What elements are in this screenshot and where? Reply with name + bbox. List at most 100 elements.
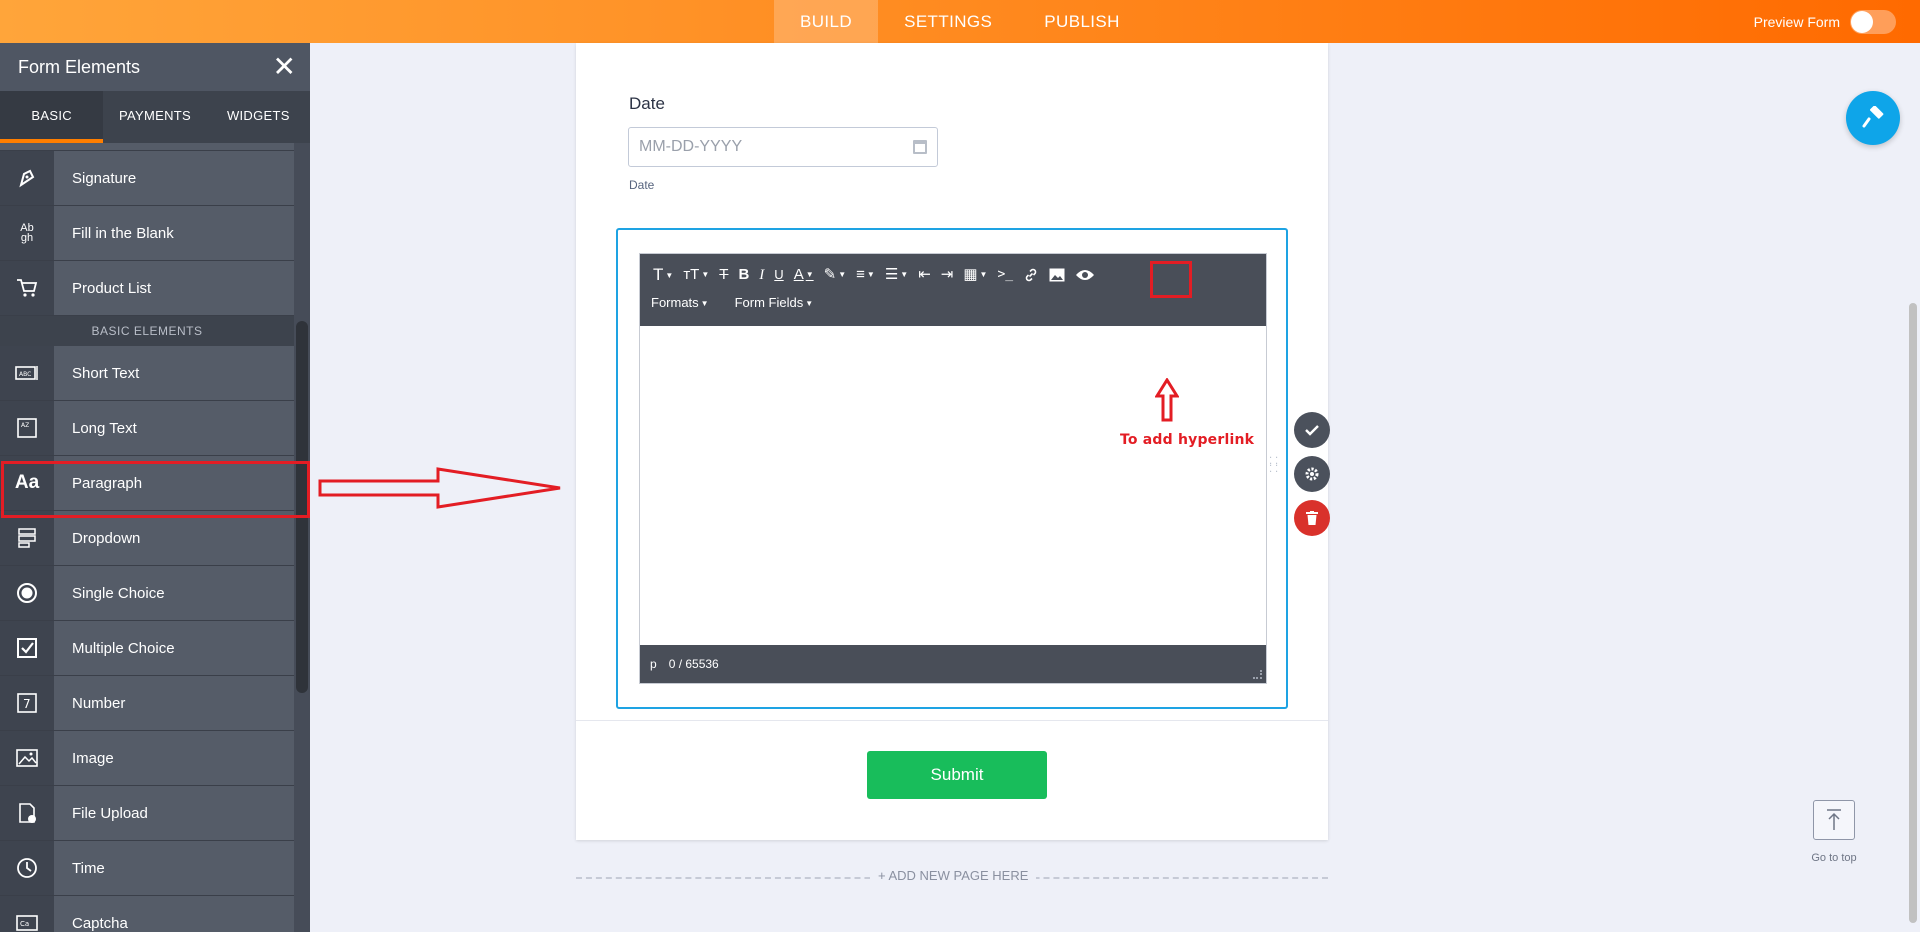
font-family-icon[interactable]: T ▼ <box>648 264 678 286</box>
form-designer-button[interactable] <box>1846 91 1900 145</box>
indent-icon[interactable]: ⇥ <box>936 264 959 286</box>
field-settings-button[interactable] <box>1294 456 1330 492</box>
italic-icon[interactable]: I <box>754 264 769 286</box>
delete-field-button[interactable] <box>1294 500 1330 536</box>
date-label: Date <box>629 94 665 113</box>
gear-icon <box>1305 467 1319 481</box>
char-count: 0 / 65536 <box>668 657 719 671</box>
clear-format-icon[interactable]: T <box>714 264 733 286</box>
tab-settings[interactable]: SETTINGS <box>878 0 1018 43</box>
sidebar-item-multiple-choice[interactable]: Multiple Choice <box>0 621 294 676</box>
form-fields-dropdown[interactable]: Form Fields ▼ <box>730 292 819 314</box>
table-icon[interactable]: ▦ ▼ <box>958 264 992 286</box>
sidebar-item-image[interactable]: Image <box>0 731 294 786</box>
top-nav: BUILD SETTINGS PUBLISH <box>774 0 1146 43</box>
sidebar-item-fill-in-the-blank[interactable]: Ab gh Fill in the Blank <box>0 206 294 261</box>
toolbar-row-1: T ▼ тT ▼ T B I U A ▼ ✎ ▼ ≡ ▼ ☰ ▼ ⇤ ⇥ ▦ ▼ >_ <box>648 264 1100 286</box>
sidebar-item-label: Number <box>54 676 294 730</box>
sidebar-item-label: Multiple Choice <box>54 621 294 675</box>
clock-icon <box>0 841 54 895</box>
formats-dropdown[interactable]: Formats ▼ <box>646 292 714 314</box>
form-card: Date MM-DD-YYYY Date T ▼ тT ▼ T B I U A ▼ ✎… <box>576 43 1330 840</box>
highlight-icon[interactable]: ✎ ▼ <box>819 264 852 286</box>
checkbox-icon <box>0 621 54 675</box>
link-icon[interactable] <box>1018 264 1044 286</box>
tab-build[interactable]: BUILD <box>774 0 879 43</box>
short-text-icon: ABC <box>0 346 54 400</box>
status-tag: p <box>650 657 657 671</box>
arrow-up-icon <box>1813 800 1855 840</box>
close-icon[interactable]: ✕ <box>273 53 296 81</box>
tab-payments[interactable]: PAYMENTS <box>103 91 206 143</box>
editor-toolbar: T ▼ тT ▼ T B I U A ▼ ✎ ▼ ≡ ▼ ☰ ▼ ⇤ ⇥ ▦ ▼ >_ <box>640 254 1266 326</box>
preview-eye-icon[interactable] <box>1070 264 1100 286</box>
toolbar-row-2: Formats ▼ Form Fields ▼ <box>646 292 818 314</box>
image-icon <box>0 731 54 785</box>
sidebar-header: Form Elements ✕ <box>0 43 310 91</box>
bold-icon[interactable]: B <box>733 264 754 286</box>
cart-icon <box>0 261 54 315</box>
date-placeholder: MM-DD-YYYY <box>639 138 743 155</box>
svg-text:AZ: AZ <box>21 422 29 429</box>
sidebar-item-paragraph[interactable]: Aa Paragraph <box>0 456 294 511</box>
section-basic-elements: BASIC ELEMENTS <box>0 316 294 346</box>
resize-handle-icon[interactable] <box>1253 670 1262 679</box>
paint-roller-icon <box>1862 106 1884 128</box>
sidebar-item-label: File Upload <box>54 786 294 840</box>
sidebar-item-label: Signature <box>54 151 294 205</box>
sidebar-item-dropdown[interactable]: Dropdown <box>0 511 294 566</box>
annotation-hyperlink-text: To add hyperlink <box>1120 432 1255 448</box>
sidebar-item-short-text[interactable]: ABC Short Text <box>0 346 294 401</box>
number-icon: 7 <box>0 676 54 730</box>
paragraph-icon: Aa <box>0 456 54 510</box>
paragraph-field-selected[interactable]: T ▼ тT ▼ T B I U A ▼ ✎ ▼ ≡ ▼ ☰ ▼ ⇤ ⇥ ▦ ▼ >_ <box>616 228 1288 709</box>
page-scrollbar-thumb[interactable] <box>1909 303 1917 923</box>
sidebar-item-number[interactable]: 7 Number <box>0 676 294 731</box>
top-bar: BUILD SETTINGS PUBLISH Preview Form <box>0 0 1920 43</box>
go-to-top[interactable]: Go to top <box>1808 800 1860 864</box>
sidebar-item-signature[interactable]: Signature <box>0 151 294 206</box>
sidebar-item-product-list[interactable]: Product List <box>0 261 294 316</box>
insert-image-icon[interactable] <box>1044 264 1070 286</box>
confirm-button[interactable] <box>1294 412 1330 448</box>
sidebar-scrollbar[interactable] <box>296 321 308 693</box>
tab-basic[interactable]: BASIC <box>0 91 104 143</box>
add-new-page-link[interactable]: + ADD NEW PAGE HERE <box>870 868 1037 883</box>
sidebar-item-label: Short Text <box>54 346 294 400</box>
drag-handle-icon[interactable]: ⁚ ⁚ ⁚ ⁚ <box>1269 457 1283 484</box>
text-color-icon[interactable]: A ▼ <box>789 264 819 286</box>
list-icon[interactable]: ☰ ▼ <box>880 264 913 286</box>
sidebar-item-label: Single Choice <box>54 566 294 620</box>
date-field[interactable]: MM-DD-YYYY <box>628 127 938 167</box>
annotation-up-arrow <box>1155 378 1179 422</box>
sidebar-item-time[interactable]: Time <box>0 841 294 896</box>
preview-form-toggle[interactable] <box>1850 9 1896 34</box>
svg-text:ABC: ABC <box>19 371 31 378</box>
sidebar-item-label: Dropdown <box>54 511 294 565</box>
dropdown-icon <box>0 511 54 565</box>
page-scrollbar[interactable] <box>1906 43 1920 932</box>
sidebar-item-label: Fill in the Blank <box>54 206 294 260</box>
tab-publish[interactable]: PUBLISH <box>1018 0 1146 43</box>
editor-statusbar: p 0 / 65536 <box>640 645 1266 683</box>
sidebar-item-long-text[interactable]: AZ Long Text <box>0 401 294 456</box>
submit-button[interactable]: Submit <box>867 751 1047 799</box>
trash-icon <box>1306 511 1318 525</box>
tab-widgets[interactable]: WIDGETS <box>207 91 310 143</box>
outdent-icon[interactable]: ⇤ <box>913 264 936 286</box>
code-icon[interactable]: >_ <box>992 264 1018 286</box>
sidebar-item-single-choice[interactable]: Single Choice <box>0 566 294 621</box>
signature-icon <box>0 151 54 205</box>
calendar-icon[interactable] <box>913 140 927 154</box>
font-size-icon[interactable]: тT ▼ <box>678 264 714 286</box>
editor-content-area[interactable]: To add hyperlink <box>640 326 1266 645</box>
add-new-page: + ADD NEW PAGE HERE <box>576 868 1328 888</box>
radio-icon <box>0 566 54 620</box>
underline-icon[interactable]: U <box>769 264 788 286</box>
annotation-link-highlight <box>1150 261 1192 298</box>
align-icon[interactable]: ≡ ▼ <box>851 264 880 286</box>
sidebar-item-captcha[interactable]: Ca Captcha <box>0 896 294 932</box>
svg-text:Ca: Ca <box>20 920 29 928</box>
fill-blank-icon: Ab gh <box>0 206 54 260</box>
sidebar-item-file-upload[interactable]: File Upload <box>0 786 294 841</box>
